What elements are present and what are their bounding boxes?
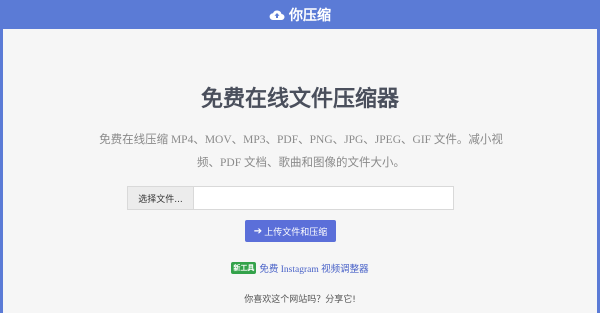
file-picker[interactable]: 选择文件... bbox=[127, 186, 454, 210]
new-tool-badge: 新工具 bbox=[231, 262, 257, 274]
app-title[interactable]: 你压缩 bbox=[289, 5, 331, 25]
promo-line: 新工具 免费 Instagram 视频调整器 bbox=[3, 261, 597, 275]
page-title: 免费在线文件压缩器 bbox=[200, 86, 399, 111]
upload-compress-button[interactable]: ➔ 上传文件和压缩 bbox=[245, 220, 336, 242]
cloud-upload-icon bbox=[269, 10, 285, 20]
choose-file-button[interactable]: 选择文件... bbox=[128, 187, 194, 209]
file-name-field[interactable] bbox=[194, 187, 453, 209]
share-text: 你喜欢这个网站吗？分享它! bbox=[244, 295, 356, 305]
instagram-resizer-link[interactable]: 免费 Instagram 视频调整器 bbox=[259, 261, 368, 275]
upload-button-label: 上传文件和压缩 bbox=[264, 227, 328, 238]
main-panel: 免费在线文件压缩器 免费在线压缩 MP4、MOV、MP3、PDF、PNG、JPG… bbox=[3, 29, 597, 313]
arrow-right-icon: ➔ bbox=[253, 225, 263, 237]
top-bar: 你压缩 bbox=[0, 0, 600, 29]
page-description: 免费在线压缩 MP4、MOV、MP3、PDF、PNG、JPG、JPEG、GIF … bbox=[99, 134, 503, 169]
